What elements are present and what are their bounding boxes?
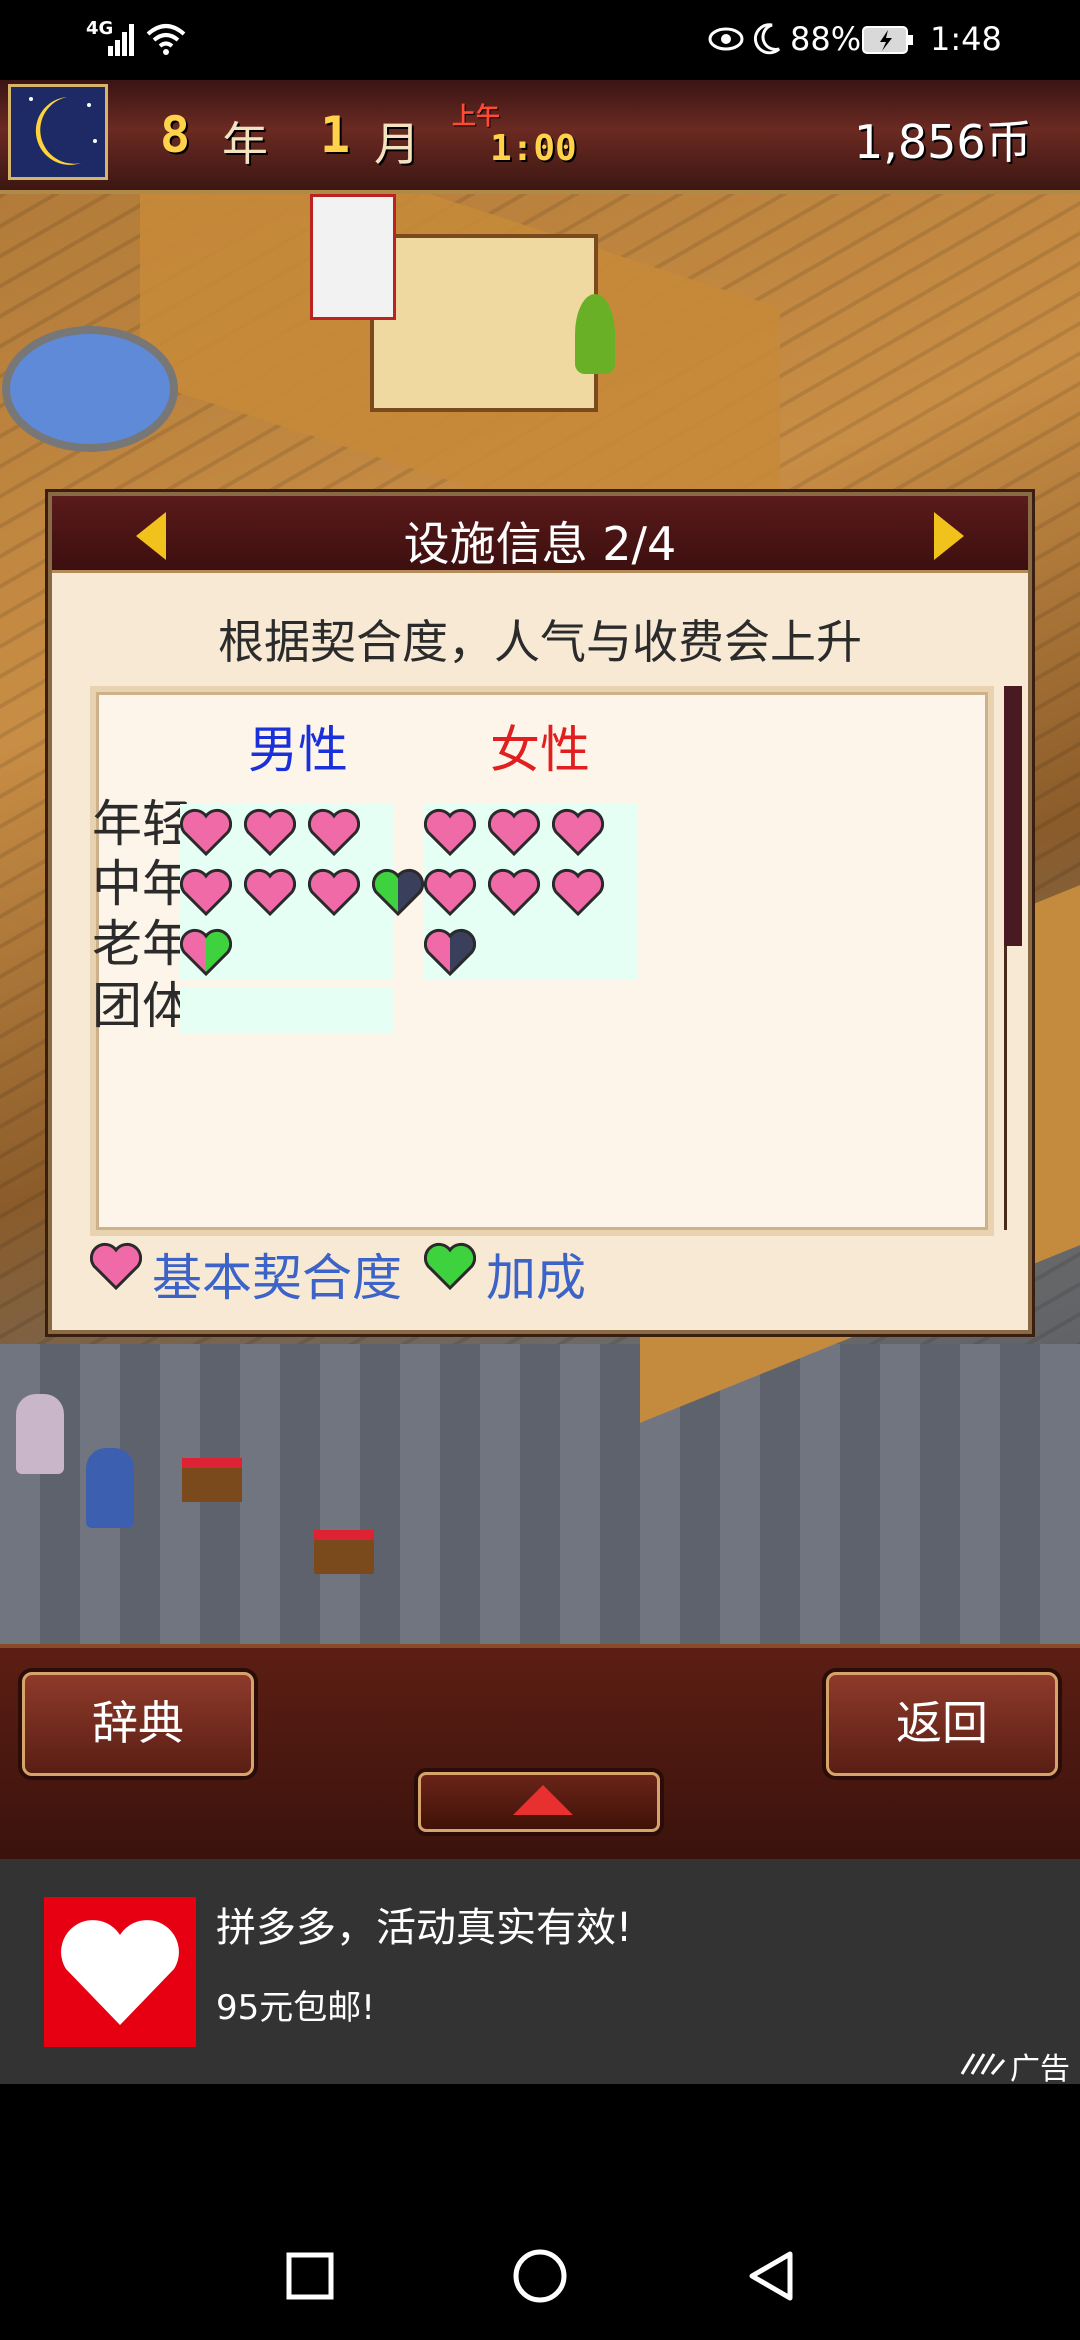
legend-basic-label: 基本契合度 bbox=[152, 1249, 402, 1307]
potted-plant bbox=[575, 294, 615, 374]
dialog-subtitle: 根据契合度，人气与收费会上升 bbox=[218, 615, 862, 669]
status-bar: 4G 88% 1:48 bbox=[0, 0, 1080, 80]
heart-icon bbox=[180, 868, 232, 916]
scrollbar-thumb[interactable] bbox=[1004, 686, 1022, 946]
vending-machine bbox=[310, 194, 396, 320]
year-number: 8 bbox=[160, 106, 191, 164]
flower-box bbox=[182, 1458, 242, 1502]
expand-menu-button[interactable] bbox=[418, 1772, 660, 1832]
legend-basic-heart-icon bbox=[89, 1242, 143, 1294]
heart-icon bbox=[244, 868, 296, 916]
heart-icon bbox=[424, 928, 476, 976]
dialog-header: 设施信息 2/4 bbox=[52, 496, 1028, 573]
hot-spring-pool bbox=[10, 334, 170, 444]
home-icon[interactable] bbox=[512, 2248, 568, 2308]
heart-icon bbox=[488, 868, 540, 916]
month-unit: 月 bbox=[374, 117, 420, 171]
heart-icon bbox=[552, 868, 604, 916]
recent-apps-icon[interactable] bbox=[286, 2252, 334, 2304]
female-column-header: 女性 bbox=[490, 721, 590, 779]
heart-icon bbox=[180, 928, 232, 976]
clock-time: 1:48 bbox=[930, 20, 1002, 58]
night-moon-icon bbox=[8, 84, 108, 180]
heart-icon bbox=[372, 868, 424, 916]
eye-icon bbox=[708, 24, 744, 58]
hearts-female-middle-aged bbox=[424, 868, 604, 916]
up-arrow-icon bbox=[513, 1785, 573, 1815]
male-column-header: 男性 bbox=[248, 721, 348, 779]
hearts-male-young bbox=[180, 808, 360, 856]
heart-icon bbox=[488, 808, 540, 856]
moon-icon bbox=[752, 22, 782, 60]
legend-bonus-heart-icon bbox=[423, 1242, 477, 1294]
back-nav-icon[interactable] bbox=[744, 2248, 796, 2308]
facility-info-dialog: 设施信息 2/4 根据契合度，人气与收费会上升 男性 女性 年轻 中年 老年 团… bbox=[48, 492, 1032, 1334]
wifi-icon bbox=[146, 22, 186, 60]
next-page-arrow-icon[interactable] bbox=[934, 512, 964, 560]
hearts-female-elderly bbox=[424, 928, 476, 976]
ad-title[interactable]: 拼多多，活动真实有效! bbox=[216, 1895, 632, 1953]
heart-icon bbox=[424, 868, 476, 916]
game-clock: 1:00 bbox=[490, 128, 577, 169]
am-pm-label: 上午 bbox=[452, 102, 500, 130]
hearts-female-young bbox=[424, 808, 604, 856]
system-nav-bar bbox=[0, 2084, 1080, 2340]
hearts-male-elderly bbox=[180, 928, 232, 976]
coin-balance: 1,856币 bbox=[854, 115, 1032, 169]
guest-elderly bbox=[16, 1394, 64, 1474]
month-number: 1 bbox=[320, 106, 351, 164]
dialog-title: 设施信息 2/4 bbox=[403, 517, 677, 571]
ad-label: 广告 bbox=[1010, 2052, 1070, 2087]
row-label-group: 团体 bbox=[92, 977, 192, 1035]
hearts-male-middle-aged bbox=[180, 868, 424, 916]
ad-brand-mark-icon bbox=[960, 2050, 1006, 2080]
heart-icon bbox=[308, 808, 360, 856]
guest-room bbox=[370, 234, 598, 412]
walkway bbox=[0, 1344, 1080, 1644]
legend-bonus-label: 加成 bbox=[486, 1249, 586, 1307]
heart-icon bbox=[552, 808, 604, 856]
male-group-cell bbox=[180, 988, 394, 1034]
pinduoduo-logo[interactable] bbox=[44, 1897, 196, 2047]
ad-subtitle[interactable]: 95元包邮! bbox=[216, 1980, 375, 2029]
dictionary-button[interactable]: 辞典 bbox=[22, 1672, 254, 1776]
heart-icon bbox=[180, 808, 232, 856]
flower-box bbox=[314, 1530, 374, 1574]
network-type: 4G bbox=[86, 18, 114, 39]
heart-icon bbox=[308, 868, 360, 916]
heart-icon bbox=[424, 808, 476, 856]
battery-percent: 88% bbox=[790, 20, 862, 58]
guest-young bbox=[86, 1448, 134, 1528]
heart-icon bbox=[244, 808, 296, 856]
back-button[interactable]: 返回 bbox=[826, 1672, 1058, 1776]
battery-icon bbox=[862, 26, 914, 58]
year-unit: 年 bbox=[222, 117, 268, 171]
